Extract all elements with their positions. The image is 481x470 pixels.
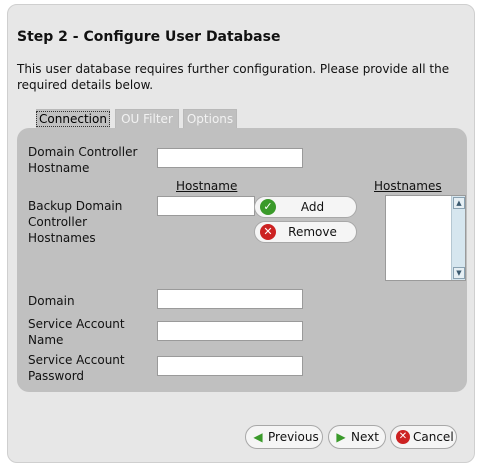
remove-button[interactable]: ✕ Remove [254, 221, 357, 243]
scroll-up-icon[interactable]: ▲ [453, 197, 465, 209]
service-account-name-label: Service Account Name [28, 317, 125, 347]
dc-hostname-input[interactable] [157, 148, 303, 168]
hostnames-listbox[interactable]: ▲ ▼ [385, 195, 466, 281]
previous-button-label: Previous [268, 430, 319, 444]
add-button-label: Add [300, 200, 325, 214]
next-button[interactable]: ▶ Next [328, 425, 386, 449]
remove-button-label: Remove [288, 225, 337, 239]
service-account-password-label: Service Account Password [28, 353, 125, 383]
hostnames-column-header: Hostnames [374, 179, 442, 193]
hostname-column-header: Hostname [176, 179, 238, 193]
cancel-button[interactable]: ✕ Cancel [390, 425, 457, 449]
backup-dc-hostnames-label: Backup Domain Controller Hostnames [28, 199, 123, 245]
wizard-panel: Step 2 - Configure User Database This us… [7, 4, 475, 463]
add-button[interactable]: ✓ Add [254, 196, 357, 218]
tab-connection[interactable]: Connection [36, 109, 110, 129]
tab-options[interactable]: Options [183, 109, 237, 129]
domain-input[interactable] [157, 289, 303, 309]
tab-connection-label: Connection [36, 111, 110, 127]
domain-label: Domain [28, 294, 75, 308]
cancel-x-icon: ✕ [396, 430, 410, 444]
cancel-button-label: Cancel [413, 430, 454, 444]
page-description: This user database requires further conf… [17, 62, 450, 92]
connection-tab-content: Domain Controller Hostname Hostname Host… [17, 128, 467, 392]
previous-button[interactable]: ◀ Previous [245, 425, 323, 449]
tab-ou-filter[interactable]: OU Filter [115, 109, 179, 129]
service-account-name-input[interactable] [157, 321, 303, 341]
next-button-label: Next [351, 430, 379, 444]
listbox-scrollbar[interactable]: ▲ ▼ [451, 196, 465, 280]
arrow-right-icon: ▶ [336, 430, 346, 444]
backup-hostname-input[interactable] [157, 196, 255, 216]
arrow-left-icon: ◀ [253, 430, 263, 444]
page-title: Step 2 - Configure User Database [17, 29, 281, 45]
service-account-password-input[interactable] [157, 356, 303, 376]
dc-hostname-label: Domain Controller Hostname [28, 145, 138, 175]
scroll-down-icon[interactable]: ▼ [453, 267, 465, 279]
